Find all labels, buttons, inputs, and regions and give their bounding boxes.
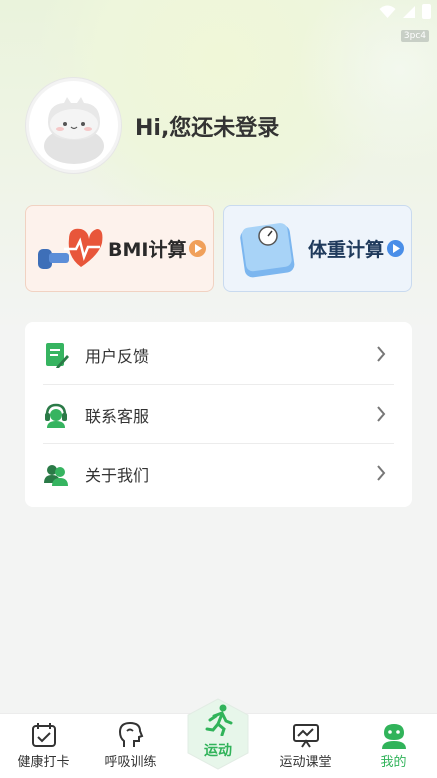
feedback-icon	[46, 342, 69, 368]
running-man-icon	[205, 704, 233, 736]
avatar-placeholder-icon	[43, 96, 104, 164]
login-prompt[interactable]: Hi,您还未登录	[135, 110, 279, 142]
customer-service-icon	[45, 403, 67, 428]
bmi-play-icon	[189, 240, 207, 257]
status-bar: 3pc4	[0, 0, 437, 42]
profile-header[interactable]: Hi,您还未登录	[26, 78, 279, 173]
battery-icon	[422, 4, 431, 19]
dumbbell-heart-icon	[38, 228, 103, 269]
tab-label: 运动	[204, 743, 232, 759]
scale-icon	[240, 222, 295, 277]
bmi-calculator-label: BMI计算	[108, 239, 187, 261]
wifi-icon	[379, 5, 396, 18]
menu-item-label: 联系客服	[85, 406, 150, 426]
tab-label: 我的	[380, 755, 407, 770]
bmi-calculator-card[interactable]: BMI计算	[25, 205, 214, 292]
chart-board-icon	[292, 724, 319, 748]
chevron-right-icon	[377, 406, 386, 422]
about-us-icon	[44, 464, 68, 486]
chevron-right-icon	[377, 346, 386, 362]
tab-label: 健康打卡	[17, 755, 70, 770]
weight-play-icon	[387, 240, 405, 257]
tab-exercise[interactable]: 运动	[180, 694, 256, 778]
menu-item-feedback[interactable]: 用户反馈	[43, 325, 394, 384]
calendar-check-icon	[31, 723, 56, 747]
status-badge: 3pc4	[400, 30, 429, 42]
avatar[interactable]	[26, 78, 121, 173]
menu-item-about-us[interactable]: 关于我们	[43, 444, 394, 503]
tab-label: 运动课堂	[279, 755, 332, 770]
chevron-right-icon	[377, 465, 386, 481]
signal-icon	[403, 5, 415, 18]
weight-calculator-card[interactable]: 体重计算	[223, 205, 412, 292]
menu-item-label: 用户反馈	[85, 346, 150, 366]
tab-label: 呼吸训练	[104, 755, 157, 770]
settings-menu-card: 用户反馈 联系客服 关于我们	[25, 322, 412, 507]
menu-item-label: 关于我们	[85, 465, 150, 485]
weight-calculator-label: 体重计算	[308, 239, 385, 261]
user-profile-icon	[381, 724, 406, 749]
tab-breath-training[interactable]: 呼吸训练	[87, 714, 174, 778]
head-breath-icon	[118, 721, 143, 747]
menu-item-customer-service[interactable]: 联系客服	[43, 385, 394, 444]
tab-my-profile[interactable]: 我的	[350, 714, 437, 778]
tab-sports-class[interactable]: 运动课堂	[262, 714, 349, 778]
tab-health-checkin[interactable]: 健康打卡	[0, 714, 87, 778]
